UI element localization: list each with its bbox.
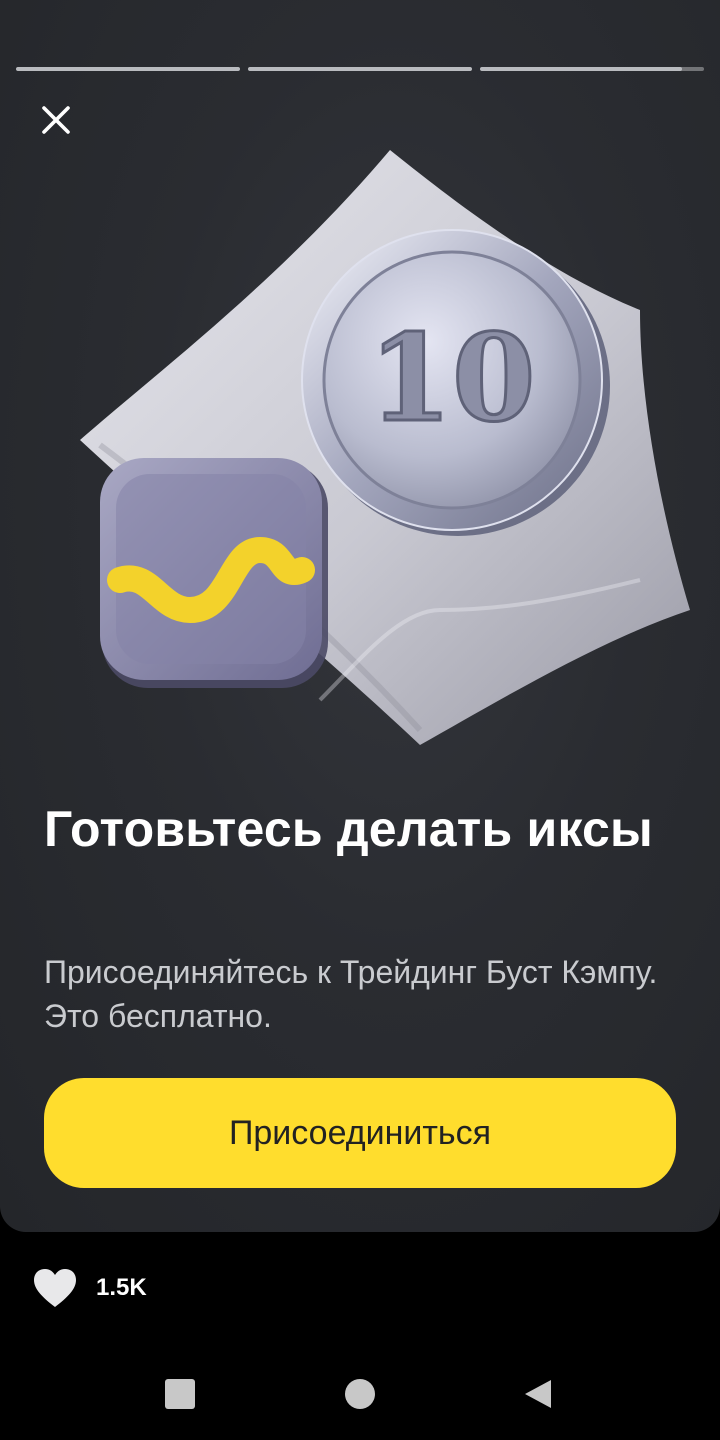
progress-segment-3 [480,67,704,71]
recents-button[interactable] [158,1372,202,1416]
like-count: 1.5K [96,1274,147,1301]
like-row: 1.5K [32,1264,147,1312]
story-card: 10 Готовьтесь делать иксы Присоединяйтес… [0,0,720,1232]
heart-icon [34,1269,76,1307]
story-progress [16,67,704,71]
story-description: Присоединяйтесь к Трейдинг Буст Кэмпу. Э… [44,954,658,1034]
close-icon [42,106,70,134]
story-headline: Готовьтесь делать иксы [44,801,653,857]
system-navigation-bar [0,1350,720,1440]
back-button[interactable] [516,1372,560,1416]
chart-tile-shape [100,458,328,688]
progress-fill-1 [16,67,240,71]
back-triangle-icon [525,1380,551,1408]
recents-square-icon [165,1379,195,1409]
progress-segment-1 [16,67,240,71]
join-button[interactable]: Присоединиться [44,1078,676,1188]
progress-fill-2 [248,67,472,71]
close-button[interactable] [32,96,80,144]
progress-segment-2 [248,67,472,71]
home-button[interactable] [338,1372,382,1416]
like-button[interactable] [32,1267,78,1309]
home-circle-icon [345,1379,375,1409]
progress-fill-3 [480,67,682,71]
promo-illustration: 10 [80,150,690,745]
coin-label: 10 [369,308,536,449]
